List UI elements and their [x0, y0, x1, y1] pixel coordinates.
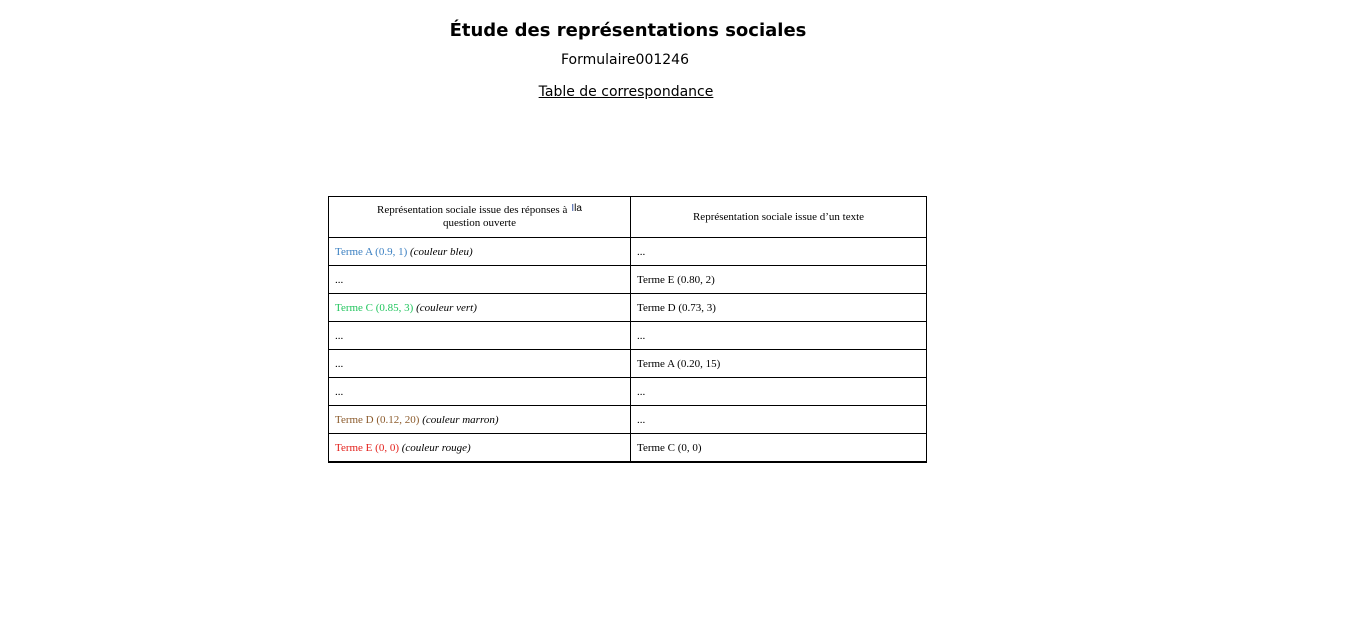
cell-left: Terme D (0.12, 20) (couleur marron)	[328, 405, 631, 434]
left-term: ...	[335, 273, 344, 286]
correspondence-table-container: Représentation sociale issue des réponse…	[328, 196, 927, 463]
cell-left: Terme E (0, 0) (couleur rouge)	[328, 433, 631, 463]
left-color-note: (couleur vert)	[416, 301, 477, 314]
table-row: ......	[328, 321, 927, 350]
table-row: Terme C (0.85, 3) (couleur vert) Terme D …	[328, 293, 927, 322]
cell-right: Terme D (0.73, 3)	[630, 293, 927, 322]
form-id: Formulaire001246	[560, 52, 689, 68]
table-row: ... Terme A (0.20, 15)	[328, 349, 927, 378]
cell-right: Terme E (0.80, 2)	[630, 265, 927, 294]
table-row: Terme D (0.12, 20) (couleur marron)...	[328, 405, 927, 434]
table-row: ... Terme E (0.80, 2)	[328, 265, 927, 294]
table-row: Terme A (0.9, 1) (couleur bleu)...	[328, 237, 927, 266]
left-term: Terme E (0, 0)	[335, 441, 399, 454]
cell-right: ...	[630, 237, 927, 266]
correspondence-table: Représentation sociale issue des réponse…	[328, 196, 927, 463]
page-title: Étude des représentations sociales	[449, 20, 807, 41]
cell-right: ...	[630, 377, 927, 406]
table-row: Terme E (0, 0) (couleur rouge) Terme C (0…	[328, 433, 927, 463]
header-left: Représentation sociale issue des réponse…	[328, 196, 631, 238]
cell-left: Terme C (0.85, 3) (couleur vert)	[328, 293, 631, 322]
table-correspondance-link[interactable]: Table de correspondance	[0, 84, 1252, 100]
cell-right: ...	[630, 321, 927, 350]
left-term: ...	[335, 385, 344, 398]
cell-left: ...	[328, 349, 631, 378]
table-header-row: Représentation sociale issue des réponse…	[328, 196, 927, 238]
cell-left: ...	[328, 265, 631, 294]
table-row: ......	[328, 377, 927, 406]
left-term: Terme A (0.9, 1)	[335, 245, 408, 258]
left-color-note: (couleur bleu)	[410, 245, 473, 258]
cell-right: Terme A (0.20, 15)	[630, 349, 927, 378]
header-right: Représentation sociale issue d’un texte	[630, 196, 927, 238]
cell-right: ...	[630, 405, 927, 434]
left-term: ...	[335, 357, 344, 370]
header-left-mark: Ila	[571, 203, 582, 214]
left-term: Terme D (0.12, 20)	[335, 413, 420, 426]
left-term: Terme C (0.85, 3)	[335, 301, 414, 314]
header-left-line2: question ouverte	[442, 217, 516, 229]
cell-left: Terme A (0.9, 1) (couleur bleu)	[328, 237, 631, 266]
cell-left: ...	[328, 377, 631, 406]
header-left-line1: Représentation sociale issue des réponse…	[377, 204, 568, 216]
left-term: ...	[335, 329, 344, 342]
cell-left: ...	[328, 321, 631, 350]
cell-right: Terme C (0, 0)	[630, 433, 927, 463]
left-color-note: (couleur rouge)	[401, 441, 471, 454]
left-color-note: (couleur marron)	[422, 413, 499, 426]
table-body: Terme A (0.9, 1) (couleur bleu)...... Ter…	[328, 237, 927, 463]
